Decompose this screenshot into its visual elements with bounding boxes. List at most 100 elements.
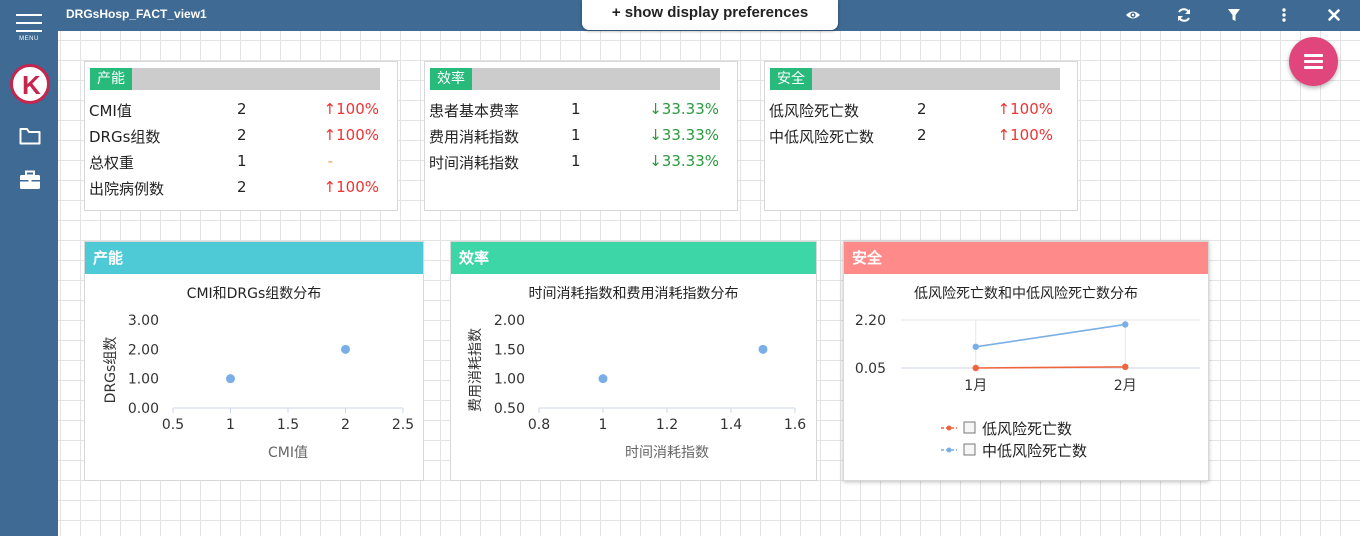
x-tick-label: 1 — [599, 417, 608, 433]
kpi-value: 1 — [571, 126, 581, 144]
data-point — [758, 344, 768, 354]
kpi-change: ↓33.33% — [649, 152, 719, 170]
chart-header: 安全 — [844, 242, 1208, 274]
kpi-change: ↑100% — [997, 100, 1053, 118]
x-tick-label: 0.5 — [162, 417, 184, 433]
legend-label: 中低风险死亡数 — [982, 442, 1087, 460]
x-tick-label: 1.5 — [277, 417, 299, 433]
chart-card-safety: 安全 低风险死亡数和中低风险死亡数分布 0.05 2.20 1月 2月 低风险死亡数 中低… — [843, 241, 1209, 481]
kpi-value: 2 — [917, 126, 927, 144]
kpi-change: ↑100% — [323, 178, 379, 196]
kpi-label: 费用消耗指数 — [429, 128, 520, 146]
data-point — [341, 344, 350, 354]
side-navigation: MENU K — [0, 0, 58, 536]
kpi-row: 时间消耗指数 1 ↓33.33% — [429, 148, 729, 174]
y-tick-label: 0.00 — [128, 401, 159, 417]
kpi-value: 2 — [917, 100, 927, 118]
kpi-row: 患者基本费率 1 ↓33.33% — [429, 96, 729, 122]
kpi-label: CMI值 — [89, 102, 132, 120]
kpi-row: 费用消耗指数 1 ↓33.33% — [429, 122, 729, 148]
kpi-row: CMI值 2 ↑100% — [89, 96, 389, 122]
kpi-value: 2 — [237, 178, 247, 196]
kpi-row: DRGs组数 2 ↑100% — [89, 122, 389, 148]
menu-icon-bar — [16, 22, 42, 24]
kpi-change: ↑100% — [323, 126, 379, 144]
hamburger-fab-button[interactable] — [1289, 37, 1338, 86]
folder-icon[interactable] — [19, 126, 41, 146]
chart-header: 产能 — [85, 242, 423, 274]
kpi-value: 1 — [237, 152, 247, 170]
kpi-value: 1 — [571, 152, 581, 170]
top-bar: DRGsHosp_FACT_view1 + show display prefe… — [58, 0, 1360, 31]
x-tick-label: 2月 — [1114, 378, 1137, 394]
briefcase-icon[interactable] — [19, 170, 41, 190]
y-tick-label: 2.20 — [855, 313, 886, 329]
kpi-value: 2 — [237, 100, 247, 118]
view-title: DRGsHosp_FACT_view1 — [66, 7, 207, 21]
chart-card-efficiency: 效率 时间消耗指数和费用消耗指数分布 0.8 1 1.2 1.4 1.6 0.50 1.00… — [450, 241, 817, 481]
kpi-label: 出院病例数 — [89, 180, 165, 198]
kpi-header: 安全 — [770, 68, 1060, 90]
x-tick-label: 1月 — [964, 378, 987, 394]
x-tick-label: 2 — [341, 417, 350, 433]
close-icon[interactable] — [1326, 7, 1342, 23]
x-tick-label: 1 — [226, 417, 235, 433]
kpi-card-safety: 安全 低风险死亡数 2 ↑100% 中低风险死亡数 2 ↑100% — [764, 61, 1078, 211]
y-axis-label: DRGs组数 — [103, 337, 119, 404]
legend-checkbox — [963, 421, 976, 434]
data-point — [226, 374, 235, 384]
y-axis-label: 费用消耗指数 — [468, 328, 484, 412]
kpi-value: 1 — [571, 100, 581, 118]
legend-marker — [946, 425, 952, 431]
kpi-label: 总权重 — [89, 154, 135, 172]
series-point — [1122, 363, 1129, 371]
y-tick-label: 1.00 — [128, 372, 159, 388]
series-point — [972, 343, 979, 350]
y-tick-label: 1.50 — [494, 342, 525, 358]
kpi-label: 低风险死亡数 — [769, 102, 860, 120]
kpi-change: - — [327, 152, 333, 170]
x-axis-label: CMI值 — [268, 445, 308, 461]
app-logo[interactable]: K — [10, 64, 50, 104]
x-axis-label: 时间消耗指数 — [625, 445, 709, 461]
menu-button[interactable]: MENU — [14, 14, 44, 46]
hamburger-icon-bar — [1304, 60, 1323, 63]
kpi-change: ↓33.33% — [649, 126, 719, 144]
series-point — [1122, 321, 1129, 328]
kpi-row: 总权重 1 - — [89, 148, 389, 174]
scatter-chart-efficiency: 0.8 1 1.2 1.4 1.6 0.50 1.00 1.50 2.00 时间消耗指数 费用消耗指… — [468, 313, 806, 461]
legend-marker — [946, 447, 952, 453]
series-line — [975, 366, 1126, 369]
hamburger-icon-bar — [1304, 66, 1323, 69]
kpi-tag: 产能 — [90, 68, 132, 90]
y-tick-label: 1.00 — [494, 372, 525, 388]
filter-icon[interactable] — [1226, 7, 1242, 23]
kpi-header: 产能 — [90, 68, 380, 90]
refresh-icon[interactable] — [1176, 7, 1192, 23]
more-vert-icon[interactable] — [1276, 7, 1292, 23]
eye-icon[interactable] — [1125, 7, 1141, 23]
series-line — [975, 323, 1126, 348]
menu-icon-bar — [16, 30, 42, 32]
kpi-tag: 安全 — [770, 68, 812, 90]
kpi-card-efficiency: 效率 患者基本费率 1 ↓33.33% 费用消耗指数 1 ↓33.33% 时间消… — [424, 61, 738, 211]
legend-label: 低风险死亡数 — [982, 420, 1072, 438]
kpi-header: 效率 — [430, 68, 720, 90]
kpi-row: 出院病例数 2 ↑100% — [89, 174, 389, 200]
kpi-value: 2 — [237, 126, 247, 144]
scatter-chart-capacity: 0.5 1 1.5 2 2.5 0.00 1.00 2.00 3.00 CMI值 DRGs组数 — [103, 313, 414, 461]
kpi-label: 时间消耗指数 — [429, 154, 520, 172]
chart-header: 效率 — [451, 242, 816, 274]
kpi-change: ↑100% — [997, 126, 1053, 144]
kpi-change: ↓33.33% — [649, 100, 719, 118]
kpi-card-capacity: 产能 CMI值 2 ↑100% DRGs组数 2 ↑100% 总权重 1 - 出… — [84, 61, 398, 211]
y-tick-label: 0.05 — [855, 361, 886, 377]
y-tick-label: 0.50 — [494, 401, 525, 417]
y-tick-label: 2.00 — [128, 342, 159, 358]
line-chart-safety: 0.05 2.20 1月 2月低风险死亡数中低风险死亡数 — [855, 313, 1200, 460]
show-display-preferences-button[interactable]: + show display preferences — [582, 0, 838, 30]
kpi-row: 低风险死亡数 2 ↑100% — [769, 96, 1069, 122]
legend-checkbox — [963, 443, 976, 456]
series-point — [972, 364, 979, 372]
x-tick-label: 1.4 — [720, 417, 742, 433]
